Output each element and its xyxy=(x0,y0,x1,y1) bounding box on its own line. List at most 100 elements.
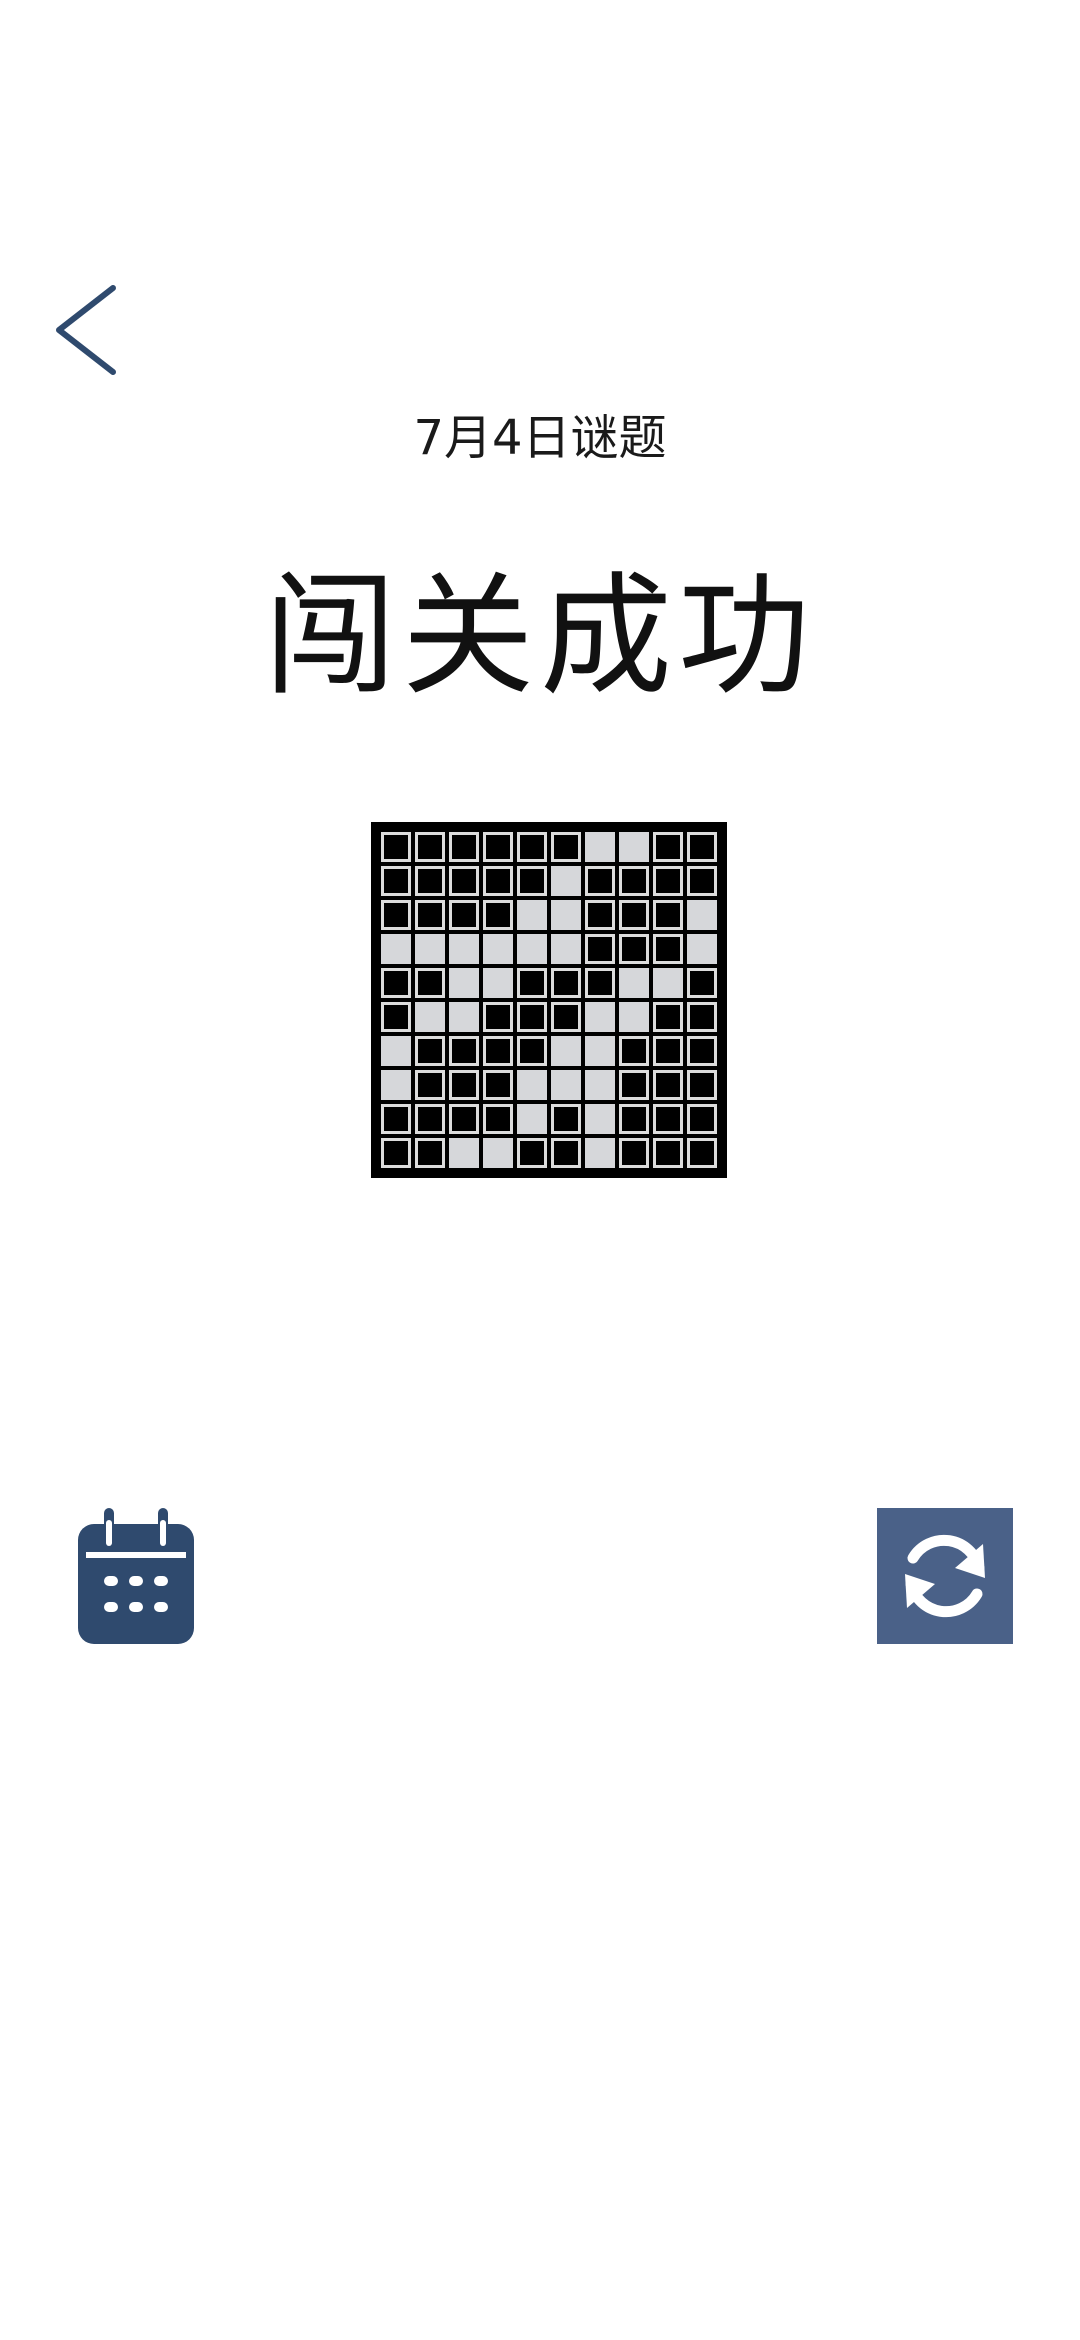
filled-cell xyxy=(415,866,445,896)
empty-cell xyxy=(585,1104,615,1134)
empty-cell xyxy=(517,1104,547,1134)
filled-cell xyxy=(449,866,479,896)
empty-cell xyxy=(585,1002,615,1032)
empty-cell xyxy=(381,1036,411,1066)
filled-cell xyxy=(619,1070,649,1100)
empty-cell xyxy=(687,934,717,964)
empty-cell xyxy=(381,934,411,964)
refresh-button[interactable] xyxy=(877,1508,1013,1644)
empty-cell xyxy=(619,1002,649,1032)
empty-cell xyxy=(449,968,479,998)
empty-cell xyxy=(415,1002,445,1032)
filled-cell xyxy=(415,832,445,862)
filled-cell xyxy=(483,866,513,896)
filled-cell xyxy=(653,1070,683,1100)
filled-cell xyxy=(517,968,547,998)
empty-cell xyxy=(619,968,649,998)
empty-cell xyxy=(551,900,581,930)
filled-cell xyxy=(687,1036,717,1066)
filled-cell xyxy=(687,1138,717,1168)
filled-cell xyxy=(381,1104,411,1134)
empty-cell xyxy=(653,968,683,998)
filled-cell xyxy=(687,1070,717,1100)
filled-cell xyxy=(551,1138,581,1168)
filled-cell xyxy=(517,1138,547,1168)
filled-cell xyxy=(653,1002,683,1032)
filled-cell xyxy=(687,1104,717,1134)
filled-cell xyxy=(653,900,683,930)
filled-cell xyxy=(551,1104,581,1134)
empty-cell xyxy=(585,1138,615,1168)
filled-cell xyxy=(687,968,717,998)
filled-cell xyxy=(415,900,445,930)
filled-cell xyxy=(449,832,479,862)
empty-cell xyxy=(551,866,581,896)
filled-cell xyxy=(517,1002,547,1032)
filled-cell xyxy=(619,1138,649,1168)
empty-cell xyxy=(381,1070,411,1100)
filled-cell xyxy=(415,1104,445,1134)
puzzle-date-subtitle: 7月4日谜题 xyxy=(413,410,667,466)
filled-cell xyxy=(585,968,615,998)
filled-cell xyxy=(415,1036,445,1066)
filled-cell xyxy=(619,1104,649,1134)
filled-cell xyxy=(449,1036,479,1066)
filled-cell xyxy=(415,968,445,998)
empty-cell xyxy=(551,1070,581,1100)
empty-cell xyxy=(517,900,547,930)
filled-cell xyxy=(381,968,411,998)
filled-cell xyxy=(517,866,547,896)
filled-cell xyxy=(687,1002,717,1032)
back-button[interactable] xyxy=(40,270,130,390)
filled-cell xyxy=(619,900,649,930)
filled-cell xyxy=(653,1138,683,1168)
empty-cell xyxy=(551,1036,581,1066)
empty-cell xyxy=(449,934,479,964)
filled-cell xyxy=(483,1002,513,1032)
empty-cell xyxy=(551,934,581,964)
empty-cell xyxy=(585,1070,615,1100)
puzzle-grid xyxy=(381,832,717,1168)
refresh-icon xyxy=(905,1534,985,1618)
filled-cell xyxy=(653,1104,683,1134)
filled-cell xyxy=(687,832,717,862)
filled-cell xyxy=(483,1036,513,1066)
filled-cell xyxy=(449,900,479,930)
filled-cell xyxy=(585,866,615,896)
filled-cell xyxy=(381,1002,411,1032)
filled-cell xyxy=(653,866,683,896)
empty-cell xyxy=(687,900,717,930)
filled-cell xyxy=(415,1138,445,1168)
filled-cell xyxy=(483,832,513,862)
empty-cell xyxy=(415,934,445,964)
filled-cell xyxy=(619,1036,649,1066)
filled-cell xyxy=(653,1036,683,1066)
filled-cell xyxy=(381,1138,411,1168)
empty-cell xyxy=(449,1138,479,1168)
empty-cell xyxy=(585,832,615,862)
filled-cell xyxy=(585,900,615,930)
filled-cell xyxy=(551,832,581,862)
filled-cell xyxy=(517,832,547,862)
filled-cell xyxy=(585,934,615,964)
filled-cell xyxy=(449,1104,479,1134)
calendar-button[interactable] xyxy=(78,1508,194,1644)
filled-cell xyxy=(551,968,581,998)
puzzle-result-screen: 7月4日谜题 闯关成功 xyxy=(0,0,1080,2340)
filled-cell xyxy=(415,1070,445,1100)
filled-cell xyxy=(619,934,649,964)
filled-cell xyxy=(653,832,683,862)
filled-cell xyxy=(381,832,411,862)
filled-cell xyxy=(483,900,513,930)
filled-cell xyxy=(517,1036,547,1066)
filled-cell xyxy=(619,866,649,896)
success-title: 闯关成功 xyxy=(264,560,816,714)
filled-cell xyxy=(449,1070,479,1100)
empty-cell xyxy=(517,934,547,964)
filled-cell xyxy=(687,866,717,896)
empty-cell xyxy=(449,1002,479,1032)
filled-cell xyxy=(483,1104,513,1134)
empty-cell xyxy=(517,1070,547,1100)
puzzle-board xyxy=(371,822,727,1178)
filled-cell xyxy=(551,1002,581,1032)
